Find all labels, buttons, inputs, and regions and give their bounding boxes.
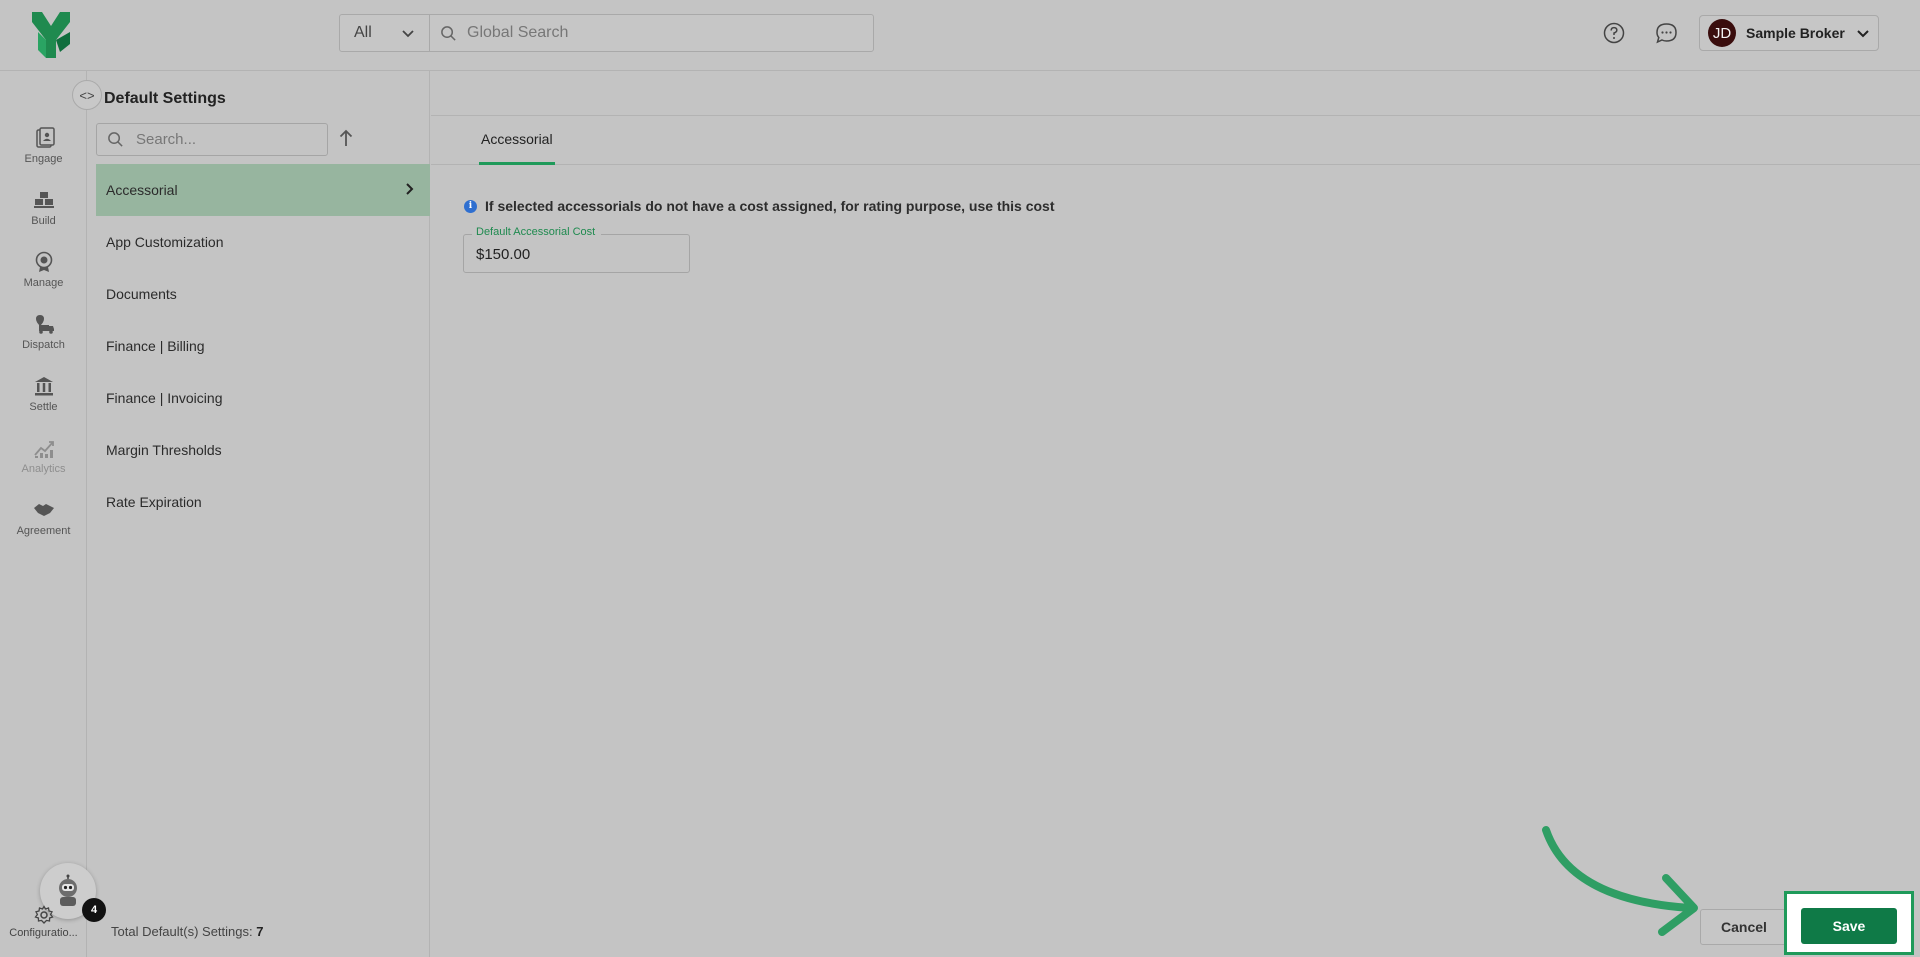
info-text: If selected accessorials do not have a c…: [485, 198, 1055, 214]
rail-item-label: Analytics: [21, 463, 66, 475]
chevron-down-icon: [1857, 30, 1869, 38]
content-header: [431, 71, 1920, 116]
settings-panel: Default Settings Search... Accessorial A…: [88, 71, 430, 957]
settings-item-label: Accessorial: [106, 182, 178, 198]
tab-label: Accessorial: [481, 131, 553, 147]
settings-item-app-customization[interactable]: App Customization: [96, 216, 430, 268]
settings-item-finance-invoicing[interactable]: Finance | Invoicing: [96, 372, 430, 424]
settings-item-label: Margin Thresholds: [106, 442, 222, 458]
search-icon: [441, 25, 456, 41]
tab-accessorial[interactable]: Accessorial: [479, 116, 555, 165]
save-button-label: Save: [1832, 918, 1866, 934]
robot-icon: [59, 874, 77, 906]
agreement-icon: [33, 504, 54, 516]
rail-item-label: Dispatch: [22, 339, 65, 351]
analytics-icon: [33, 441, 54, 458]
settings-item-margin-thresholds[interactable]: Margin Thresholds: [96, 424, 430, 476]
settings-item-finance-billing[interactable]: Finance | Billing: [96, 320, 430, 372]
field-label: Default Accessorial Cost: [472, 226, 602, 238]
user-menu-button[interactable]: JD Sample Broker: [1699, 15, 1879, 51]
cancel-button[interactable]: Cancel: [1700, 909, 1788, 945]
rail-item-settle[interactable]: Settle: [0, 375, 87, 413]
settings-search-placeholder: Search...: [136, 131, 197, 148]
help-icon[interactable]: [1603, 22, 1625, 44]
rail-item-label: Engage: [24, 153, 63, 165]
chevron-down-icon: [402, 30, 414, 38]
global-search-input[interactable]: Global Search: [430, 24, 873, 42]
settings-item-documents[interactable]: Documents: [96, 268, 430, 320]
rail-item-manage[interactable]: Manage: [0, 251, 87, 289]
rail-item-analytics[interactable]: Analytics: [0, 437, 87, 475]
chat-icon[interactable]: [1655, 22, 1678, 45]
rail-item-engage[interactable]: Engage: [0, 127, 87, 165]
configuration-label: Configuratio...: [9, 927, 78, 939]
rail-item-label: Build: [31, 215, 56, 227]
settle-icon: [34, 377, 53, 396]
rail-item-dispatch[interactable]: Dispatch: [0, 313, 87, 351]
cancel-button-label: Cancel: [1721, 919, 1767, 935]
settings-item-accessorial[interactable]: Accessorial: [96, 164, 430, 216]
settings-item-label: Documents: [106, 286, 177, 302]
settings-total-count: 7: [256, 924, 264, 939]
manage-icon: [35, 251, 52, 272]
configuration-menu[interactable]: Configuratio...: [0, 905, 87, 939]
code-brackets-icon: <>: [79, 87, 95, 103]
settings-list: Accessorial App Customization Documents …: [96, 164, 430, 528]
tab-bar: Accessorial: [431, 116, 1920, 165]
gear-icon: [33, 905, 54, 924]
build-icon: [33, 192, 54, 208]
rail-item-build[interactable]: Build: [0, 189, 87, 227]
info-message: i If selected accessorials do not have a…: [464, 198, 1055, 214]
collapse-panel-button[interactable]: <>: [72, 80, 102, 110]
chevron-right-icon: [406, 183, 414, 195]
user-name: Sample Broker: [1746, 25, 1845, 41]
settings-item-label: Rate Expiration: [106, 494, 202, 510]
avatar: JD: [1708, 19, 1736, 47]
rail-item-label: Manage: [23, 277, 64, 289]
search-scope-label: All: [354, 24, 372, 41]
settings-item-rate-expiration[interactable]: Rate Expiration: [96, 476, 430, 528]
dispatch-icon: [35, 315, 54, 334]
default-accessorial-cost-field[interactable]: Default Accessorial Cost $150.00: [463, 226, 690, 273]
left-rail: Engage Build Manage Dispatch Settle Anal…: [0, 71, 87, 957]
global-search-placeholder: Global Search: [467, 24, 569, 41]
global-search: All Global Search: [339, 14, 874, 52]
rail-item-agreement[interactable]: Agreement: [0, 499, 87, 537]
search-scope-select[interactable]: All: [340, 15, 430, 51]
settings-item-label: Finance | Invoicing: [106, 390, 223, 406]
guide-arrow-icon: [1542, 826, 1698, 936]
engage-icon: [35, 127, 55, 148]
brand-logo[interactable]: [30, 10, 72, 60]
settings-search-input[interactable]: Search...: [96, 123, 328, 156]
field-value: $150.00: [476, 246, 531, 263]
rail-item-label: Agreement: [16, 525, 71, 537]
settings-total-label: Total Default(s) Settings:: [111, 924, 253, 939]
search-icon: [108, 132, 123, 147]
rail-item-label: Settle: [29, 401, 58, 413]
save-button[interactable]: Save: [1801, 908, 1897, 944]
sort-ascending-icon[interactable]: [335, 127, 357, 149]
settings-total: Total Default(s) Settings: 7: [111, 924, 263, 939]
settings-title: Default Settings: [104, 90, 226, 107]
settings-item-label: App Customization: [106, 234, 224, 250]
top-bar: All Global Search JD Sample Broker: [0, 0, 1920, 71]
settings-item-label: Finance | Billing: [106, 338, 205, 354]
info-icon: i: [464, 199, 477, 213]
